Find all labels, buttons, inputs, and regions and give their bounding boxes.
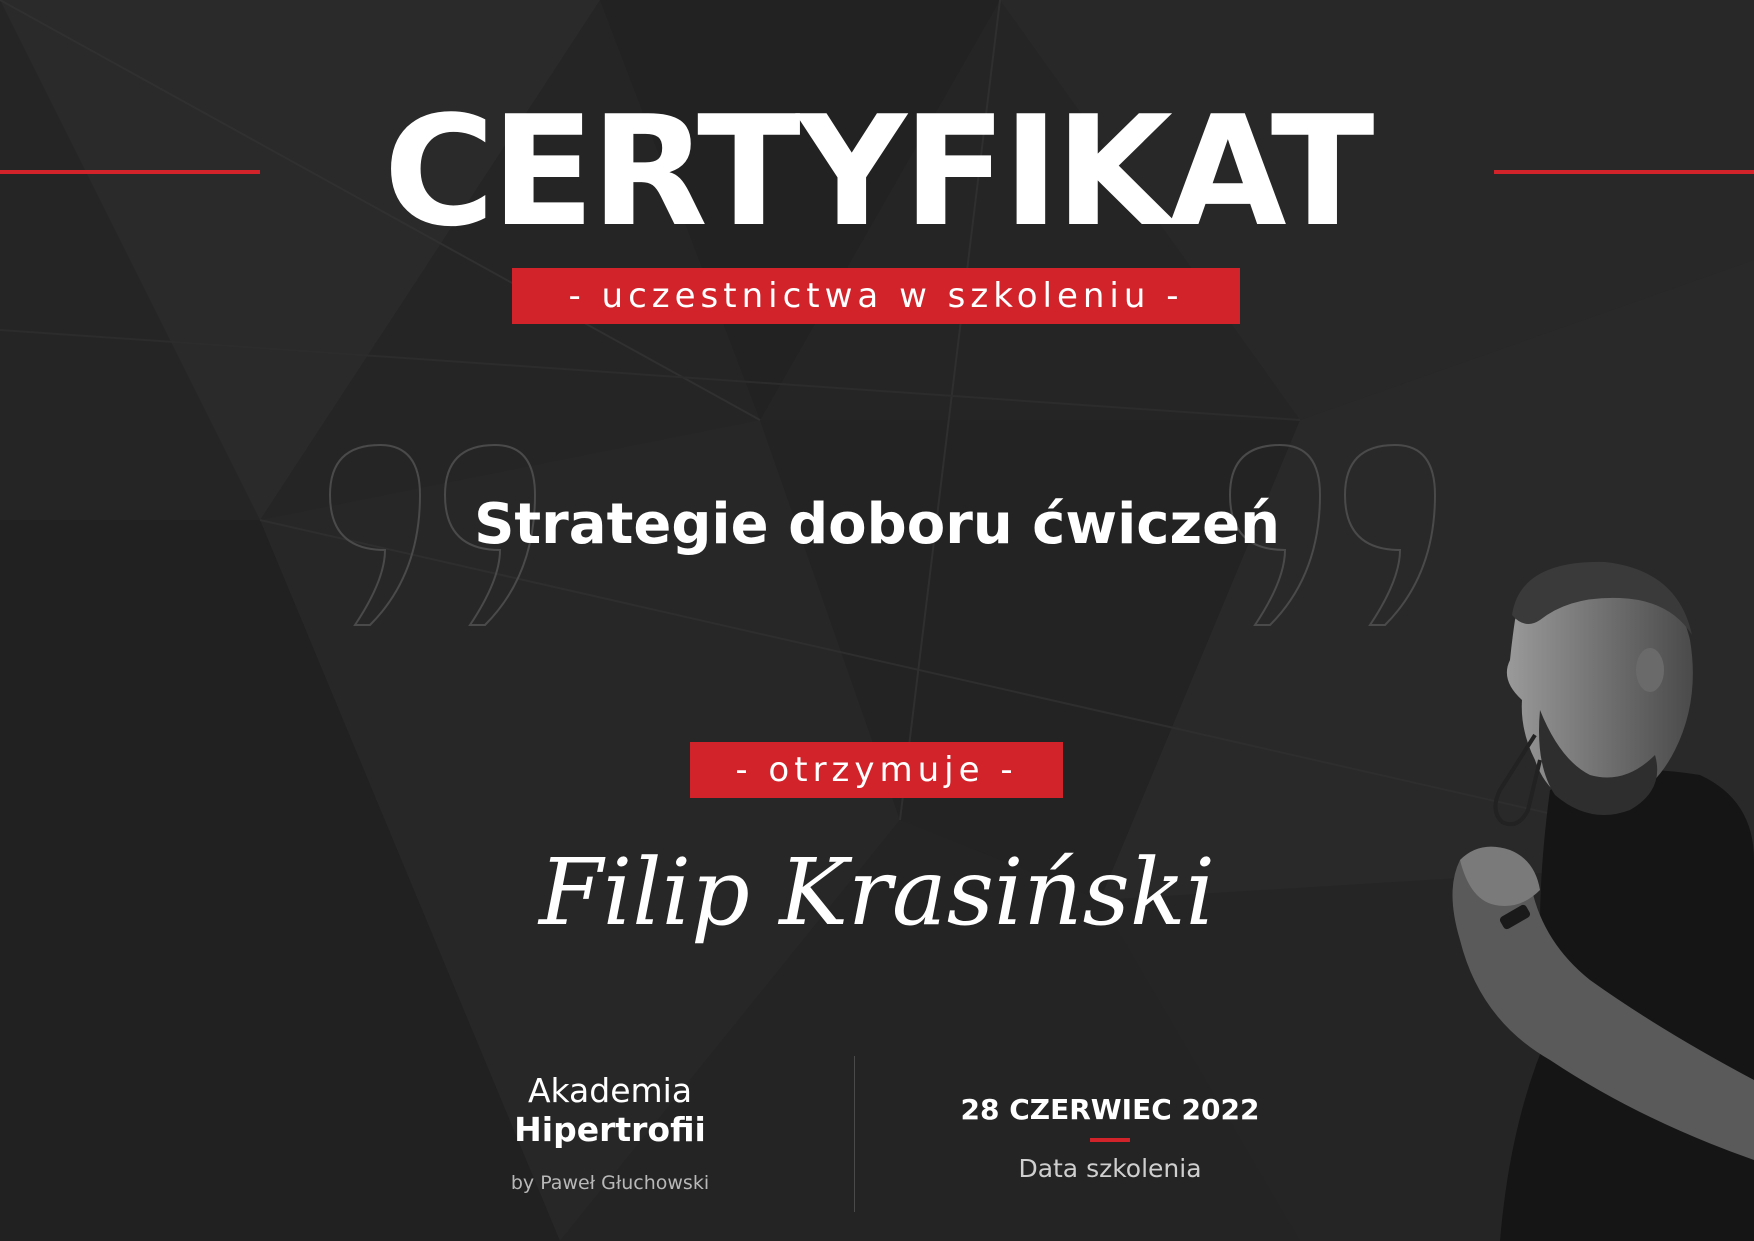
certificate-title: CERTYFIKAT	[383, 83, 1374, 260]
footer-divider	[854, 1056, 855, 1212]
date-underline	[1090, 1138, 1130, 1142]
subtitle-text: - uczestnictwa w szkoleniu -	[568, 276, 1184, 316]
academy-logo: Akademia Hipertrofii by Paweł Głuchowski	[480, 1071, 740, 1195]
certificate-page: CERTYFIKAT - uczestnictwa w szkoleniu - …	[0, 0, 1754, 1241]
trainer-portrait	[1452, 561, 1754, 1241]
training-date: 28 CZERWIEC 2022 Data szkolenia	[950, 1092, 1270, 1183]
logo-byline: by Paweł Głuchowski	[510, 1172, 710, 1194]
subtitle-badge: - uczestnictwa w szkoleniu -	[512, 268, 1240, 324]
course-title: Strategie doboru ćwiczeń	[474, 492, 1280, 557]
date-label: Data szkolenia	[1018, 1154, 1202, 1183]
receives-text: - otrzymuje -	[735, 750, 1018, 790]
logo-line-1: Akademia	[527, 1071, 693, 1110]
logo-line-2: Hipertrofii	[514, 1110, 706, 1149]
receives-badge: - otrzymuje -	[690, 742, 1063, 798]
date-value: 28 CZERWIEC 2022	[960, 1093, 1260, 1126]
